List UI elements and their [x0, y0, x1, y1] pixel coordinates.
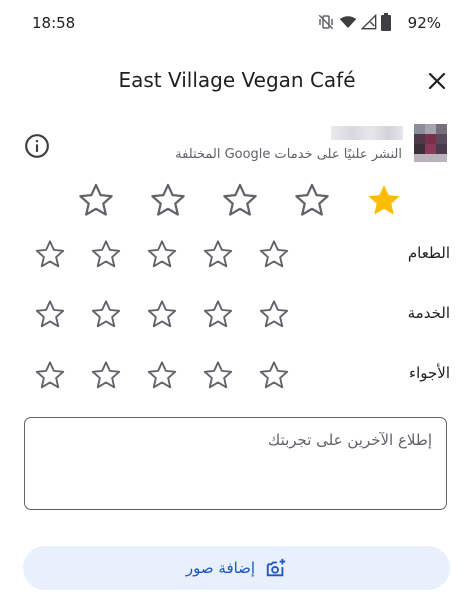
service-star-5[interactable]	[22, 294, 78, 334]
overall-rating	[60, 179, 420, 221]
atmosphere-star-5[interactable]	[22, 355, 78, 395]
food-rating-label: الطعام	[407, 244, 450, 262]
service-star-4[interactable]	[78, 294, 134, 334]
service-rating-label: الخدمة	[407, 304, 450, 322]
food-star-1[interactable]	[246, 234, 302, 274]
posting-note: النشر علنيًا على خدمات Google المختلفة	[175, 147, 402, 162]
info-button[interactable]	[22, 131, 52, 161]
close-button[interactable]	[418, 62, 456, 100]
add-photos-label: إضافة صور	[185, 559, 256, 577]
vibrate-off-icon	[317, 13, 335, 35]
battery-icon	[381, 13, 391, 35]
service-rating	[22, 294, 302, 334]
review-textarea[interactable]: إطلاع الآخرين على تجربتك	[24, 417, 447, 510]
user-name-blurred	[331, 126, 403, 140]
atmosphere-rating-label: الأجواء	[409, 364, 450, 382]
food-star-5[interactable]	[22, 234, 78, 274]
overall-star-2[interactable]	[276, 179, 348, 221]
food-star-2[interactable]	[190, 234, 246, 274]
signal-icon	[360, 13, 377, 35]
add-photo-icon	[266, 558, 286, 577]
page-title: East Village Vegan Café	[118, 68, 356, 92]
atmosphere-rating	[22, 355, 302, 395]
wifi-icon	[339, 13, 357, 35]
review-placeholder: إطلاع الآخرين على تجربتك	[267, 431, 432, 449]
avatar	[414, 124, 447, 162]
service-star-2[interactable]	[190, 294, 246, 334]
atmosphere-star-4[interactable]	[78, 355, 134, 395]
info-icon	[25, 134, 49, 158]
atmosphere-star-2[interactable]	[190, 355, 246, 395]
add-photos-button[interactable]: إضافة صور	[23, 546, 450, 590]
status-time: 18:58	[32, 14, 76, 32]
food-star-3[interactable]	[134, 234, 190, 274]
atmosphere-star-3[interactable]	[134, 355, 190, 395]
close-icon	[428, 72, 446, 90]
atmosphere-star-1[interactable]	[246, 355, 302, 395]
food-star-4[interactable]	[78, 234, 134, 274]
status-icons	[317, 13, 391, 35]
overall-star-5[interactable]	[60, 179, 132, 221]
service-star-3[interactable]	[134, 294, 190, 334]
service-star-1[interactable]	[246, 294, 302, 334]
overall-star-3[interactable]	[204, 179, 276, 221]
overall-star-1[interactable]	[348, 179, 420, 221]
food-rating	[22, 234, 302, 274]
overall-star-4[interactable]	[132, 179, 204, 221]
status-battery: 92%	[407, 14, 441, 32]
